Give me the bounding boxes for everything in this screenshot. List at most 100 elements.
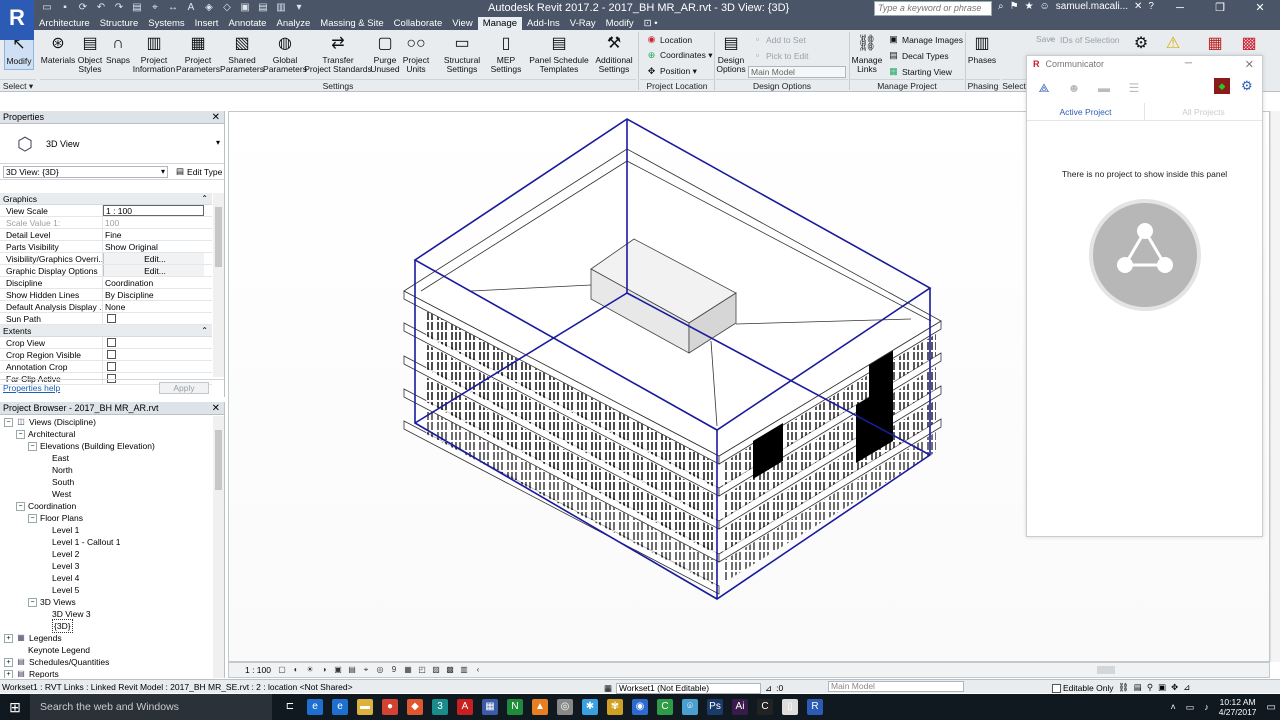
property-checkbox[interactable] (107, 314, 116, 323)
tree-item[interactable]: Level 5 (0, 584, 212, 596)
collapse-icon[interactable]: ⌃ (201, 325, 208, 337)
list-icon[interactable]: ☰ (1127, 81, 1141, 95)
tab-systems[interactable]: Systems (143, 17, 189, 30)
expand-toggle-icon[interactable]: + (4, 669, 13, 678)
ids-of-selection-button[interactable]: ▫ IDs of Selection (1046, 34, 1120, 45)
view-control-icon[interactable]: ‹ (473, 665, 483, 675)
close-icon[interactable]: ✕ (212, 111, 220, 124)
view-scale[interactable]: 1 : 100 (245, 665, 271, 675)
redo-icon[interactable]: ↷ (112, 1, 126, 15)
taskbar-app-icon[interactable]: ▲ (532, 699, 548, 715)
additional-settings-button[interactable]: ⚒ Additional Settings (594, 32, 634, 74)
property-group-extents[interactable]: Extents ⌃ (0, 325, 212, 337)
project-units-button[interactable]: ○○ Project Units (400, 32, 432, 74)
tab-massing-site[interactable]: Massing & Site (315, 17, 388, 30)
tree-item[interactable]: − ◫ Views (Discipline) (0, 416, 212, 428)
tab-structure[interactable]: Structure (95, 17, 144, 30)
select-by-face-icon[interactable]: ▣ (1158, 680, 1166, 694)
viewport-horizontal-scrollbar[interactable] (1097, 666, 1115, 674)
collapse-toggle-icon[interactable]: − (28, 441, 37, 451)
qat-dropdown-icon[interactable]: ▾ (292, 1, 306, 15)
tab-all-projects[interactable]: All Projects (1145, 103, 1262, 120)
edit-type-button[interactable]: ▤ Edit Type (176, 166, 222, 177)
view-control-icon[interactable]: ◰ (417, 665, 427, 675)
tree-item[interactable]: Keynote Legend (0, 644, 212, 656)
property-value[interactable]: By Discipline (103, 289, 212, 300)
tab-active-project[interactable]: Active Project (1027, 103, 1145, 120)
close-button[interactable]: ✕ (1240, 0, 1280, 17)
people-icon[interactable]: ☻ (1067, 81, 1081, 95)
exchange-apps-icon[interactable]: ✕ (1134, 1, 1142, 12)
dynamo-button[interactable]: ▦ (1204, 32, 1226, 56)
communication-icon[interactable]: ★ (1025, 1, 1034, 12)
taskbar-app-icon[interactable]: C (757, 699, 773, 715)
add-to-set-button[interactable]: ▫ Add to Set (752, 34, 806, 45)
expand-toggle-icon[interactable]: + (4, 633, 13, 643)
position-button[interactable]: ✥ Position ▾ (646, 66, 697, 77)
print-icon[interactable]: ▤ (130, 1, 144, 15)
collapse-icon[interactable]: ⌃ (201, 193, 208, 205)
warnings-button[interactable]: ⚠ (1162, 32, 1184, 56)
purge-unused-button[interactable]: ▢ Purge Unused (370, 32, 400, 74)
property-checkbox[interactable] (107, 362, 116, 371)
collapse-toggle-icon[interactable]: − (28, 597, 37, 607)
taskbar-app-icon[interactable]: ⊏ (282, 699, 298, 715)
close-hidden-icon[interactable]: ▤ (256, 1, 270, 15)
tree-item[interactable]: {3D} (0, 619, 212, 633)
property-value[interactable]: Fine (103, 229, 212, 240)
view-control-icon[interactable]: ▥ (459, 665, 469, 675)
edit-button[interactable]: Edit... (103, 253, 204, 264)
user-name[interactable]: samuel.macali... (1056, 1, 1128, 12)
tab-v-ray[interactable]: V-Ray (565, 17, 601, 30)
taskbar-app-icon[interactable]: ◉ (632, 699, 648, 715)
transfer-project-standards-button[interactable]: ⇄ Transfer Project Standards (304, 32, 372, 74)
tree-item[interactable]: + ▤ Reports (0, 668, 212, 678)
tree-item[interactable]: Level 4 (0, 572, 212, 584)
measure-icon[interactable]: ⌖ (148, 1, 162, 15)
shared-parameters-button[interactable]: ▧ Shared Parameters (220, 32, 264, 74)
property-checkbox[interactable] (107, 338, 116, 347)
workset-select[interactable]: Workset1 (Not Editable) (616, 682, 762, 694)
tab-annotate[interactable]: Annotate (223, 17, 271, 30)
network-tray-icon[interactable]: ▭ (1186, 702, 1195, 713)
taskbar-app-icon[interactable]: ✾ (607, 699, 623, 715)
view-control-icon[interactable]: ☀ (305, 665, 315, 675)
taskbar-app-icon[interactable]: e (332, 699, 348, 715)
taskbar-app-icon[interactable]: ● (382, 699, 398, 715)
tree-item[interactable]: − Architectural (0, 428, 212, 440)
chat-icon[interactable]: ▬ (1097, 81, 1111, 95)
tree-item[interactable]: East (0, 452, 212, 464)
mep-settings-button[interactable]: ▯ MEP Settings (486, 32, 526, 74)
view-control-icon[interactable]: ◐ (291, 665, 301, 675)
viewport-vertical-scrollbar[interactable] (1270, 111, 1280, 662)
design-option-select[interactable]: Main Model (748, 66, 846, 78)
chevron-down-icon[interactable]: ▾ (216, 138, 220, 147)
tag-icon[interactable]: A (184, 1, 198, 15)
tab-insert[interactable]: Insert (190, 17, 224, 30)
panel-schedule-templates-button[interactable]: ▤ Panel Schedule Templates (528, 32, 590, 74)
gear-icon[interactable]: ⚙ (1241, 78, 1253, 94)
property-value[interactable]: None (103, 301, 212, 312)
view-control-icon[interactable]: ▨ (431, 665, 441, 675)
tree-item[interactable]: − Floor Plans (0, 512, 212, 524)
properties-scrollbar[interactable] (213, 193, 224, 377)
view-control-icon[interactable]: ◑ (319, 665, 329, 675)
tree-item[interactable]: − Elevations (Building Elevation) (0, 440, 212, 452)
materials-button[interactable]: ⊛ Materials (40, 32, 76, 65)
tree-item[interactable]: 3D View 3 (0, 608, 212, 620)
phases-button[interactable]: ▥ Phases (968, 32, 996, 65)
close-button[interactable]: ✕ (1245, 58, 1254, 71)
tab-collaborate[interactable]: Collaborate (389, 17, 448, 30)
apply-button[interactable]: Apply (159, 381, 209, 394)
align-dimension-icon[interactable]: ↔ (166, 1, 180, 15)
tab-modify[interactable]: Modify (601, 17, 639, 30)
minimize-button[interactable]: ─ (1160, 0, 1200, 17)
collapse-toggle-icon[interactable]: − (16, 501, 25, 511)
property-value[interactable]: Coordination (103, 277, 212, 288)
property-group-graphics[interactable]: Graphics ⌃ (0, 193, 212, 205)
tree-item[interactable]: South (0, 476, 212, 488)
view-control-icon[interactable]: 9 (389, 665, 399, 675)
taskbar-app-icon[interactable]: ▦ (482, 699, 498, 715)
location-button[interactable]: ◉ Location (646, 34, 693, 45)
manage-links-button[interactable]: ⛓ Manage Links (852, 32, 883, 74)
